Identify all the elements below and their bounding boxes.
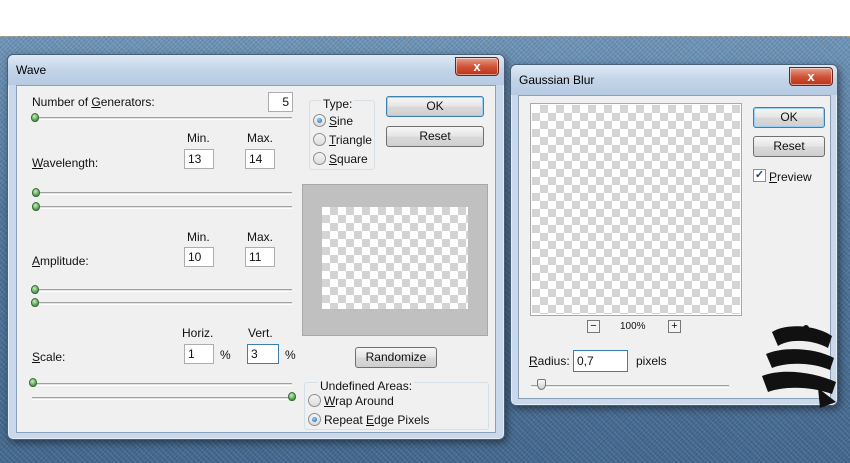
wave-title: Wave <box>16 63 47 77</box>
gaussian-reset-button[interactable]: Reset <box>753 136 825 157</box>
plus-icon: + <box>671 320 678 332</box>
gaussian-preview-image[interactable] <box>532 105 740 314</box>
scale-vert-input[interactable]: 3 <box>247 344 279 364</box>
gaussian-title: Gaussian Blur <box>519 73 595 87</box>
scale-label: Scale: <box>32 350 66 364</box>
amplitude-min-header: Min. <box>187 230 210 244</box>
wave-client: Number of Generators: 5 Min. Max. Wavele… <box>16 85 496 433</box>
amplitude-min-track[interactable] <box>34 289 292 292</box>
scale-horiz-track[interactable] <box>32 383 292 386</box>
radius-slider-thumb[interactable] <box>537 379 546 390</box>
amplitude-max-thumb[interactable] <box>31 298 39 307</box>
brand-logo-icon <box>758 322 840 410</box>
wavelength-min-input[interactable]: 13 <box>184 149 214 169</box>
radius-slider-track[interactable] <box>531 385 729 388</box>
wavelength-max-input[interactable]: 14 <box>245 149 275 169</box>
wave-dialog: Wave x Number of Generators: 5 Min. Max.… <box>7 54 505 440</box>
generators-label: Number of Generators: <box>32 95 155 109</box>
generators-slider-track[interactable] <box>34 117 292 120</box>
wavelength-min-header: Min. <box>187 131 210 145</box>
type-square-label[interactable]: Square <box>329 152 368 166</box>
wavelength-max-thumb[interactable] <box>32 202 40 211</box>
zoom-out-button[interactable]: − <box>587 320 600 333</box>
zoom-in-button[interactable]: + <box>668 320 681 333</box>
close-icon: x <box>473 59 481 74</box>
wave-ok-button[interactable]: OK <box>386 96 484 117</box>
gaussian-titlebar[interactable]: Gaussian Blur x <box>511 65 837 95</box>
amplitude-max-input[interactable]: 11 <box>245 247 275 267</box>
amplitude-min-input[interactable]: 10 <box>184 247 214 267</box>
wavelength-min-thumb[interactable] <box>32 188 40 197</box>
denim-stitch <box>0 36 850 46</box>
type-triangle-label[interactable]: Triangle <box>329 133 372 147</box>
amplitude-max-track[interactable] <box>34 302 292 305</box>
preview-checkbox[interactable]: ✓ <box>753 169 766 182</box>
wrap-around-radio[interactable] <box>308 394 321 407</box>
scale-horiz-unit: % <box>220 348 231 362</box>
radius-unit: pixels <box>636 354 667 368</box>
minus-icon: − <box>590 320 597 332</box>
wrap-around-label[interactable]: Wrap Around <box>324 394 394 408</box>
wave-reset-button[interactable]: Reset <box>386 126 484 147</box>
wave-titlebar[interactable]: Wave x <box>8 55 504 85</box>
scale-horiz-input[interactable]: 1 <box>184 344 214 364</box>
type-sine-label[interactable]: Sine <box>329 114 353 128</box>
type-triangle-radio[interactable] <box>313 133 326 146</box>
gaussian-ok-button[interactable]: OK <box>753 107 825 128</box>
amplitude-min-thumb[interactable] <box>31 285 39 294</box>
gaussian-close-button[interactable]: x <box>789 67 833 86</box>
scale-horiz-header: Horiz. <box>182 326 214 340</box>
wave-preview-image[interactable] <box>322 207 468 309</box>
scale-vert-thumb[interactable] <box>288 392 296 401</box>
wavelength-min-track[interactable] <box>34 192 292 195</box>
scale-vert-header: Vert. <box>248 326 273 340</box>
scale-vert-unit: % <box>285 348 296 362</box>
scale-vert-track[interactable] <box>32 397 292 400</box>
amplitude-label: Amplitude: <box>32 254 89 268</box>
gaussian-preview-frame <box>530 103 742 316</box>
scale-horiz-thumb[interactable] <box>29 378 37 387</box>
generators-slider-thumb[interactable] <box>31 113 39 122</box>
wave-preview-frame <box>302 184 488 336</box>
type-sine-radio[interactable] <box>313 114 326 127</box>
radius-input[interactable]: 0,7 <box>573 350 628 372</box>
undefined-areas-label: Undefined Areas: <box>318 379 415 393</box>
wavelength-label: Wavelength: <box>32 156 99 170</box>
randomize-button[interactable]: Randomize <box>355 347 437 368</box>
wavelength-max-header: Max. <box>247 131 274 145</box>
amplitude-max-header: Max. <box>247 230 274 244</box>
wavelength-max-track[interactable] <box>34 206 292 209</box>
preview-label[interactable]: Preview <box>769 170 812 184</box>
generators-input[interactable]: 5 <box>268 92 293 112</box>
zoom-level: 100% <box>620 321 646 332</box>
wave-close-button[interactable]: x <box>455 57 499 76</box>
close-icon: x <box>807 69 815 84</box>
repeat-edge-radio[interactable] <box>308 413 321 426</box>
type-square-radio[interactable] <box>313 152 326 165</box>
radius-label: Radius: <box>529 354 570 368</box>
repeat-edge-label[interactable]: Repeat Edge Pixels <box>324 413 429 427</box>
type-label: Type: <box>321 97 355 111</box>
